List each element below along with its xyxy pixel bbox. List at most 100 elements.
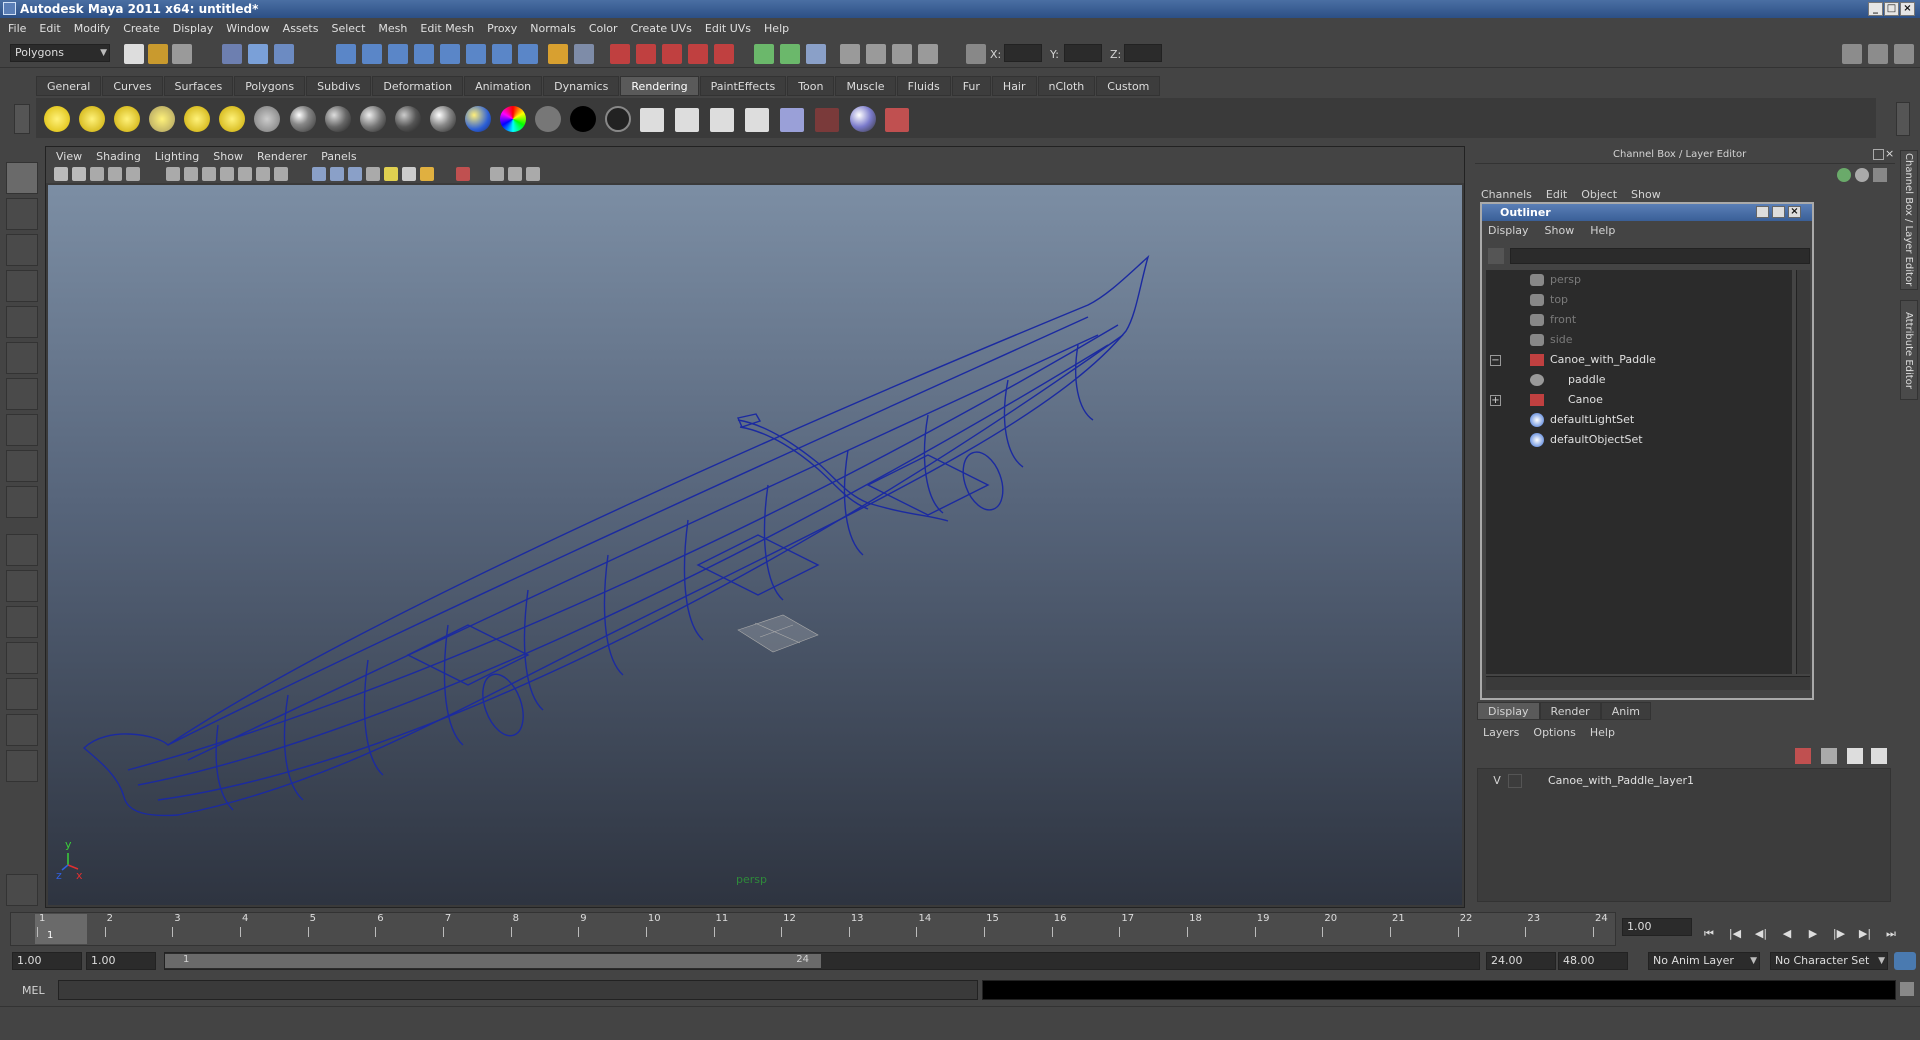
step-back-key-icon[interactable]: |◀ — [1726, 926, 1744, 942]
auto-key-icon[interactable] — [1894, 952, 1916, 970]
step-forward-key-icon[interactable]: ▶| — [1856, 926, 1874, 942]
new-layer-icon[interactable] — [1795, 748, 1811, 764]
select-hierarchy-icon[interactable] — [222, 44, 242, 64]
xray-joints-icon[interactable] — [508, 167, 522, 181]
camera-icon[interactable] — [254, 106, 280, 132]
outliner-item-paddle[interactable]: paddle — [1486, 370, 1792, 390]
use-all-lights-icon[interactable] — [384, 167, 398, 181]
playback-start-field[interactable]: 1.00 — [86, 952, 156, 970]
layer-menu-layers[interactable]: Layers — [1483, 726, 1519, 744]
range-slider-bar[interactable]: 1 24 — [165, 954, 821, 968]
tool-settings-toggle-icon[interactable] — [892, 44, 912, 64]
show-manipulator-tool-icon[interactable] — [6, 450, 38, 482]
menu-create[interactable]: Create — [123, 22, 160, 35]
phong-e-shader-icon[interactable] — [465, 106, 491, 132]
rotate-tool-icon[interactable] — [6, 306, 38, 338]
sidebar-toggle-icon[interactable] — [840, 44, 860, 64]
soft-modification-tool-icon[interactable] — [6, 414, 38, 446]
viewport-menu-renderer[interactable]: Renderer — [257, 150, 307, 163]
panel-layout-icon-2[interactable] — [1868, 44, 1888, 64]
brush-tool-icon[interactable] — [6, 874, 38, 906]
viewport-menu-shading[interactable]: Shading — [96, 150, 141, 163]
shelf-tab-animation[interactable]: Animation — [464, 76, 543, 96]
expand-icon[interactable]: + — [1490, 395, 1501, 406]
select-object-icon[interactable] — [248, 44, 268, 64]
layer-visibility-toggle[interactable]: V — [1490, 774, 1504, 788]
shelf-tab-painteffects[interactable]: PaintEffects — [699, 76, 787, 96]
camera-attributes-icon[interactable] — [72, 167, 86, 181]
xray-components-icon[interactable] — [526, 167, 540, 181]
snap-grid-icon[interactable] — [336, 44, 356, 64]
menu-assets[interactable]: Assets — [283, 22, 319, 35]
menu-select[interactable]: Select — [331, 22, 365, 35]
menu-modify[interactable]: Modify — [74, 22, 110, 35]
layer-from-selection-icon[interactable] — [1821, 748, 1837, 764]
step-forward-frame-icon[interactable]: |▶ — [1830, 926, 1848, 942]
outliner-horizontal-scrollbar[interactable] — [1486, 676, 1810, 690]
outliner-minimize-button[interactable] — [1756, 206, 1769, 218]
ambient-light-icon[interactable] — [44, 106, 70, 132]
outliner-item-default-object-set[interactable]: defaultObjectSet — [1486, 430, 1792, 450]
two-d-pan-zoom-icon[interactable] — [126, 167, 140, 181]
new-scene-icon[interactable] — [124, 44, 144, 64]
layer-tab-display[interactable]: Display — [1477, 702, 1540, 720]
input-line-icon[interactable] — [754, 44, 774, 64]
save-scene-icon[interactable] — [172, 44, 192, 64]
paint-brush-icon[interactable] — [885, 108, 909, 132]
menu-set-dropdown[interactable]: Polygons ▼ — [10, 44, 110, 62]
shelf-tab-dynamics[interactable]: Dynamics — [543, 76, 620, 96]
scale-tool-icon[interactable] — [6, 342, 38, 374]
paste-icon[interactable] — [806, 44, 826, 64]
outliner-item-canoe-with-paddle[interactable]: − Canoe_with_Paddle — [1486, 350, 1792, 370]
outliner-item-default-light-set[interactable]: defaultLightSet — [1486, 410, 1792, 430]
safe-action-icon[interactable] — [256, 167, 270, 181]
snap-plane-icon[interactable] — [414, 44, 434, 64]
viewport-menu-lighting[interactable]: Lighting — [155, 150, 199, 163]
attribute-editor-side-tab[interactable]: Attribute Editor — [1900, 300, 1918, 400]
hypershade-icon[interactable] — [688, 44, 708, 64]
collapse-icon[interactable]: − — [1490, 355, 1501, 366]
minimize-button[interactable]: _ — [1868, 2, 1883, 16]
shelf-tab-subdivs[interactable]: Subdivs — [306, 76, 372, 96]
move-tool-icon[interactable] — [6, 270, 38, 302]
render-settings-icon[interactable] — [662, 44, 682, 64]
assign-layer-icon[interactable] — [1871, 748, 1887, 764]
textured-icon[interactable] — [366, 167, 380, 181]
play-forwards-icon[interactable]: ▶ — [1804, 926, 1822, 942]
high-quality-icon[interactable] — [420, 167, 434, 181]
lasso-tool-icon[interactable] — [6, 198, 38, 230]
close-window-button[interactable]: × — [1900, 2, 1915, 16]
command-language-label[interactable]: MEL — [22, 984, 45, 997]
area-light-icon[interactable] — [184, 106, 210, 132]
panel-close-icon[interactable]: × — [1885, 148, 1896, 160]
panel-float-icon[interactable] — [1873, 149, 1884, 160]
lock-icon[interactable] — [548, 44, 568, 64]
render-icon[interactable] — [640, 108, 664, 132]
channel-box-side-tab[interactable]: Channel Box / Layer Editor — [1900, 150, 1918, 290]
ipr-render-shelf-icon[interactable] — [675, 108, 699, 132]
select-tool-icon[interactable] — [6, 162, 38, 194]
time-slider[interactable]: 1 1 2 3 4 5 6 7 8 9 10 11 12 13 14 15 16 17 18 19 20 21 22 23 2… — [10, 912, 1616, 946]
channel-box-icon-3[interactable] — [1873, 168, 1887, 182]
image-plane-icon[interactable] — [108, 167, 122, 181]
directional-light-icon[interactable] — [79, 106, 105, 132]
play-backwards-icon[interactable]: ◀ — [1778, 926, 1796, 942]
menu-help[interactable]: Help — [764, 22, 789, 35]
shelf-tab-fluids[interactable]: Fluids — [896, 76, 951, 96]
surface-shader-icon[interactable] — [535, 106, 561, 132]
anisotropic-shader-icon[interactable] — [325, 106, 351, 132]
character-set-dropdown[interactable]: No Character Set ▼ — [1770, 952, 1888, 970]
volume-light-icon[interactable] — [219, 106, 245, 132]
four-view-layout-icon[interactable] — [6, 570, 38, 602]
outliner-vertical-scrollbar[interactable] — [1796, 270, 1810, 674]
rename-icon[interactable] — [780, 44, 800, 64]
hypershade-layout-icon[interactable] — [6, 678, 38, 710]
open-scene-icon[interactable] — [148, 44, 168, 64]
transform-input-icon[interactable] — [966, 44, 986, 64]
persp-hypershade-layout-icon[interactable] — [6, 714, 38, 746]
layer-menu-options[interactable]: Options — [1533, 726, 1575, 744]
single-perspective-layout-icon[interactable] — [6, 534, 38, 566]
xray-icon[interactable] — [490, 167, 504, 181]
viewport-scene[interactable]: y x z persp — [48, 185, 1462, 905]
go-to-start-icon[interactable]: ⏮ — [1700, 926, 1718, 942]
